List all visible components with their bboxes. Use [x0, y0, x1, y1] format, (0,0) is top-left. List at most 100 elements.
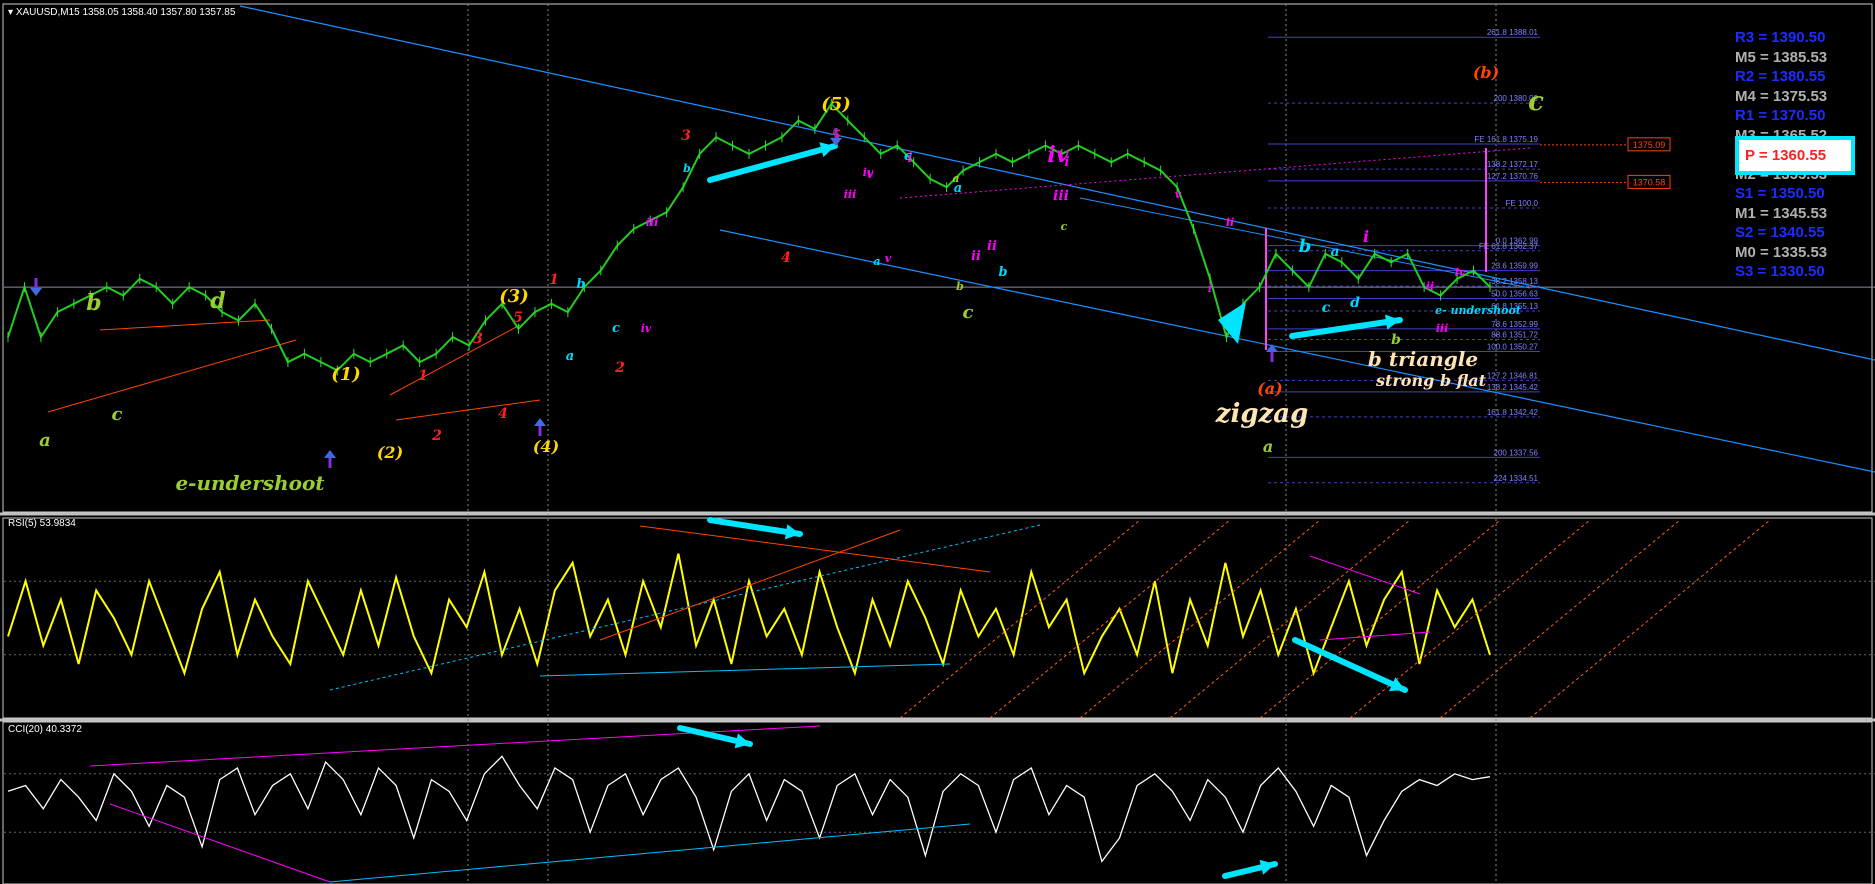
wave-label: a [1263, 437, 1273, 456]
wave-label: b [86, 290, 101, 316]
cci-pane-frame [2, 721, 1873, 884]
cyan-arrow [1222, 859, 1278, 879]
wave-label: a [952, 172, 959, 185]
wave-label: b [576, 277, 585, 292]
wedge-upper [389, 324, 521, 396]
ohlc-label: 1358.05 1358.40 1357.80 1357.85 [82, 7, 236, 18]
cci-series-line [7, 755, 1491, 863]
rsi-channel-line [1079, 519, 1321, 719]
rsi-channel-line [1529, 519, 1771, 719]
wave-label: i [1208, 282, 1212, 295]
wave-label: e-undershoot [175, 471, 325, 495]
cci-trendline-2 [109, 803, 331, 883]
wave-label: a [1330, 244, 1339, 260]
pivot-level: M4 = 1375.53 [1735, 87, 1828, 105]
wave-label: a [873, 255, 880, 268]
symbol-label: XAUUSD,M15 [15, 7, 80, 18]
wave-label: v [885, 252, 892, 265]
price-series-line [7, 102, 1491, 372]
wave-label: 2 [614, 360, 625, 376]
wave-label: b [1299, 236, 1312, 257]
wave-label: iv [641, 322, 652, 335]
wave-label: 1 [418, 368, 428, 384]
wave-label: c [963, 302, 974, 323]
triangle-lower [47, 339, 297, 413]
rsi-trendline-1 [329, 524, 1041, 691]
rsi-channel-line [1169, 519, 1411, 719]
channel-lower [719, 229, 1875, 473]
fib-level-label: 261.8 1388.01 [1487, 28, 1539, 37]
rsi-trendline-5 [1309, 555, 1421, 595]
wave-label: a [566, 349, 574, 364]
wave-label: ii [971, 249, 981, 264]
wave-label: c [1061, 220, 1068, 233]
fib-level-label: 161.8 1342.42 [1487, 408, 1539, 417]
fib-level-label: 127.2 1370.76 [1487, 172, 1539, 181]
channel-upper [239, 5, 1875, 361]
pivot-level: M1 = 1345.53 [1735, 204, 1828, 222]
pivot-level: S3 = 1330.50 [1735, 263, 1825, 280]
wave-label: (b) [1473, 63, 1499, 82]
wave-label: (2) [377, 443, 403, 462]
rsi-channel-line [1439, 519, 1681, 719]
wave-label: v [1175, 188, 1182, 201]
wave-label: (a) [1257, 379, 1283, 398]
wave-label: b triangle [1368, 347, 1478, 371]
cyan-arrow [1289, 314, 1403, 339]
pivot-level: M0 = 1335.53 [1735, 243, 1828, 261]
wave-label: ii [987, 239, 997, 254]
wave-label: (3) [499, 286, 529, 307]
fib-level-label: FE 161.8 1375.19 [1474, 135, 1538, 144]
wave-label: e- undershoot [1435, 304, 1521, 317]
wave-label: iv [863, 166, 874, 179]
wave-label: (1) [331, 364, 361, 385]
symbol-header: ▾ XAUUSD,M15 1358.05 1358.40 1357.80 135… [8, 7, 235, 18]
wave-label: ii [1226, 216, 1234, 229]
fib-level-label: 50.0 1356.63 [1491, 290, 1538, 299]
wave-label: i [1363, 227, 1369, 246]
wave-label: iii [646, 216, 659, 229]
wave-label: zigzag [1215, 399, 1309, 429]
pivot-level: S1 = 1350.50 [1735, 185, 1825, 202]
fib-level-label: 138.2 1345.42 [1487, 383, 1539, 392]
fib-level-label: FE 100.0 [1506, 199, 1539, 208]
rsi-header: RSI(5) 53.9834 [8, 518, 76, 529]
swing-arrow-head-icon [324, 450, 336, 458]
rsi-trendline-2 [539, 663, 951, 677]
cyan-arrow-shaft [1289, 317, 1403, 339]
wave-label: 2 [431, 428, 442, 444]
wave-label: d [1350, 295, 1360, 311]
price-tag-label: 1370.58 [1633, 177, 1666, 187]
fib-level-label: 127.2 1346.81 [1487, 371, 1539, 380]
rsi-channel-line [1349, 519, 1591, 719]
rsi-channel-line [899, 519, 1141, 719]
wave-label: b [683, 162, 691, 175]
cci-header: CCI(20) 40.3372 [8, 724, 82, 735]
fib-level-label: 78.6 1352.99 [1491, 320, 1538, 329]
rsi-trendline-3 [639, 525, 991, 573]
wave-label: b [956, 280, 964, 293]
wave-label: strong b flat [1375, 371, 1487, 390]
swing-arrow-head-icon [534, 418, 546, 426]
fib-level-label: FE 61.8 1362.37 [1479, 242, 1539, 251]
cyan-arrow [677, 725, 753, 749]
wave-label: d [210, 288, 225, 314]
wave-label: ii [1426, 280, 1434, 293]
wave-label: a [39, 430, 51, 451]
pivot-level: R2 = 1380.55 [1735, 68, 1826, 85]
wave-label: c [112, 404, 123, 425]
price-pane-frame [2, 3, 1873, 513]
rsi-channel-line [1259, 519, 1501, 719]
cyan-arrow-shaft [707, 143, 838, 183]
wave-label: b [1391, 332, 1401, 348]
pivot-value-highlight: P = 1360.55 [1735, 136, 1855, 175]
wave-label: iv [1455, 266, 1466, 279]
fib-level-label: 88.6 1351.72 [1491, 330, 1538, 339]
fib-level-label: 200 1337.56 [1494, 448, 1539, 457]
swing-arrow-head-icon [30, 288, 42, 296]
dropdown-arrow-icon[interactable]: ▾ [8, 7, 13, 18]
wave-label: 5 [513, 310, 523, 326]
wave-label: 3 [473, 331, 483, 347]
wave-label: iii [844, 188, 857, 201]
wave-label: iii [1436, 322, 1449, 335]
